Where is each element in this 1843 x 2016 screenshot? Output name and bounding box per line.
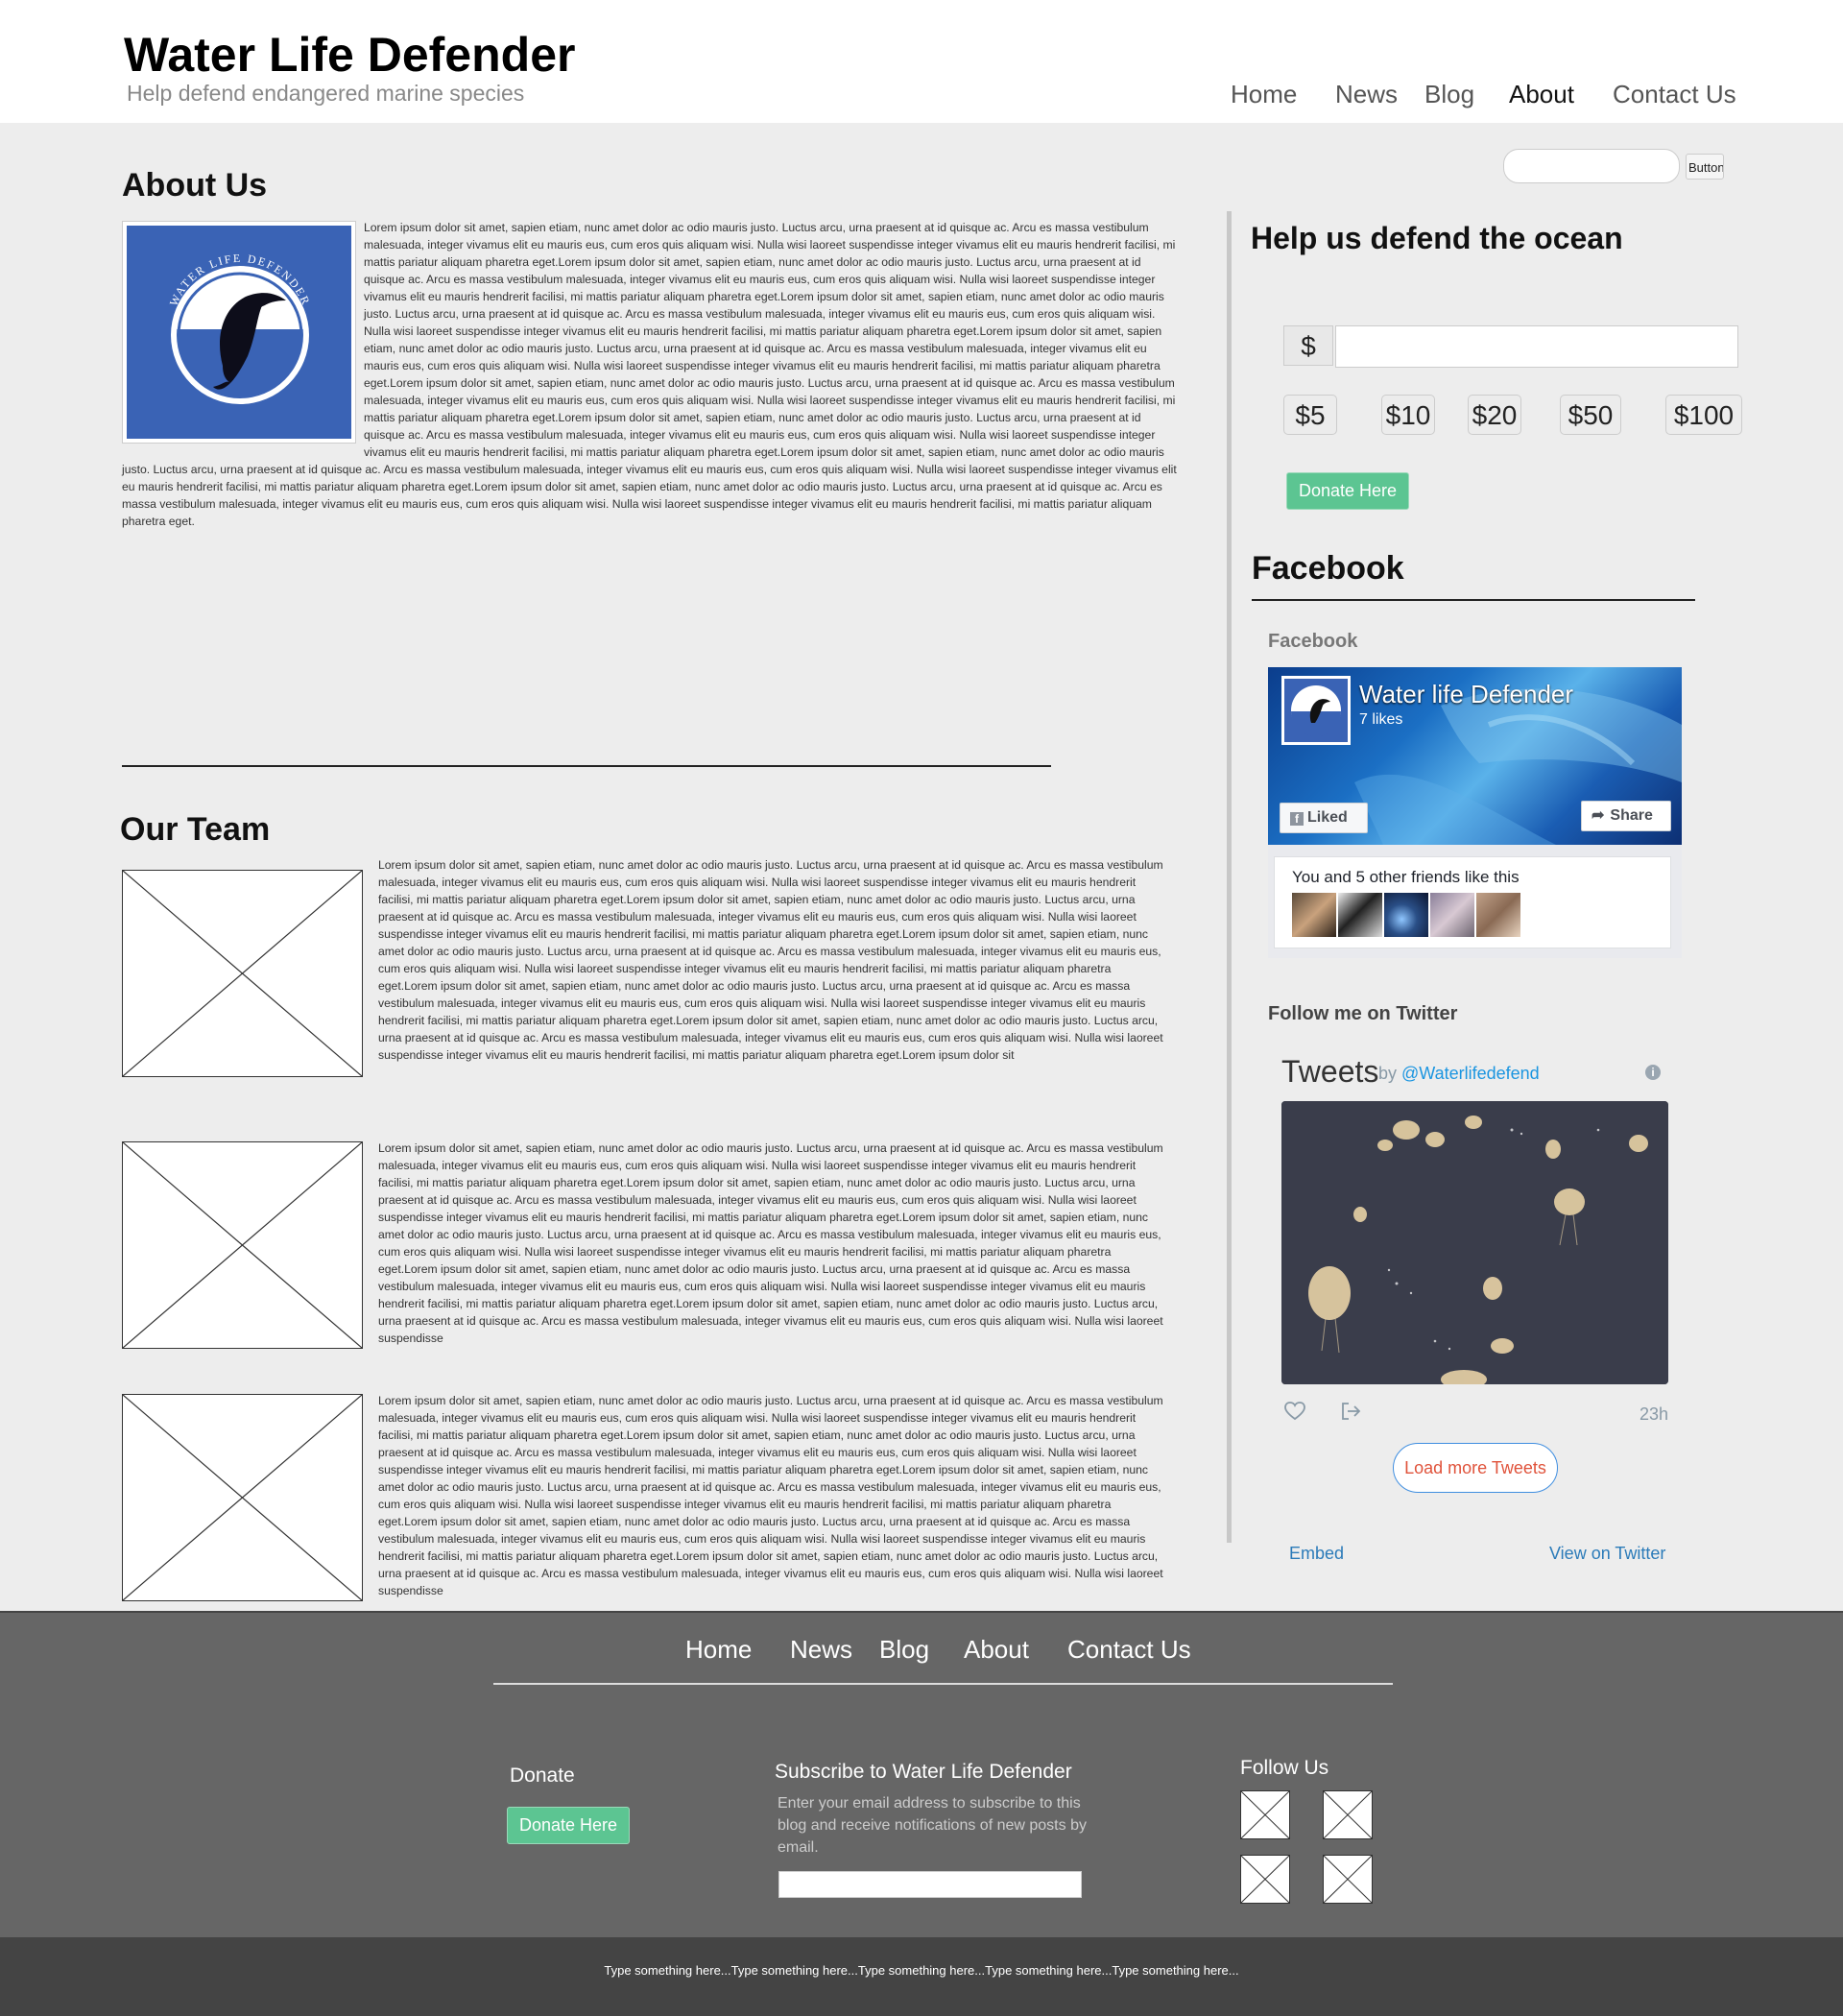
friend-avatar[interactable]	[1292, 893, 1336, 937]
jellyfish-image-icon	[1281, 1101, 1668, 1384]
twitter-handle-link[interactable]: @Waterlifedefend	[1401, 1064, 1540, 1084]
twitter-embed-link[interactable]: Embed	[1289, 1544, 1344, 1564]
donation-amount-input[interactable]	[1335, 325, 1738, 368]
share-icon[interactable]	[1340, 1401, 1361, 1427]
footer-follow-title: Follow Us	[1240, 1757, 1329, 1779]
facebook-page-avatar[interactable]	[1281, 676, 1351, 745]
footer-donate-button[interactable]: Donate Here	[507, 1807, 630, 1844]
facebook-liked-label: Liked	[1307, 809, 1348, 826]
footer-nav-contact[interactable]: Contact Us	[1067, 1635, 1191, 1665]
load-more-tweets-button[interactable]: Load more Tweets	[1393, 1443, 1558, 1493]
team-member-bio: Lorem ipsum dolor sit amet, sapien etiam…	[378, 856, 1165, 1077]
team-heading: Our Team	[120, 811, 271, 848]
search-input[interactable]	[1503, 149, 1680, 183]
nav-blog[interactable]: Blog	[1424, 80, 1474, 109]
team-member-bio-text: Lorem ipsum dolor sit amet, sapien etiam…	[378, 858, 1163, 1062]
team-member-bio-text: Lorem ipsum dolor sit amet, sapien etiam…	[378, 1394, 1163, 1597]
site-title[interactable]: Water Life Defender	[124, 27, 575, 83]
amount-5-button[interactable]: $5	[1283, 395, 1337, 435]
facebook-share-label: Share	[1610, 807, 1653, 824]
facebook-divider	[1252, 599, 1695, 601]
nav-news[interactable]: News	[1335, 80, 1398, 109]
footer-divider	[493, 1683, 1393, 1685]
twitter-widget-label: Follow me on Twitter	[1268, 1003, 1458, 1024]
social-icon-placeholder[interactable]	[1323, 1790, 1373, 1839]
facebook-heading: Facebook	[1252, 550, 1404, 587]
friend-avatar[interactable]	[1430, 893, 1474, 937]
search-button[interactable]: Button	[1686, 154, 1724, 180]
team-member-bio: Lorem ipsum dolor sit amet, sapien etiam…	[378, 1140, 1165, 1353]
footer-subscribe-text: Enter your email address to subscribe to…	[778, 1795, 1087, 1856]
currency-prefix: $	[1283, 325, 1333, 366]
nav-home[interactable]: Home	[1231, 80, 1297, 109]
team-member-photo-placeholder	[122, 1394, 363, 1601]
share-arrow-icon: ➦	[1592, 807, 1605, 824]
team-member-photo-placeholder	[122, 870, 363, 1077]
donate-heading: Help us defend the ocean	[1251, 221, 1623, 255]
image-placeholder-icon	[122, 1141, 363, 1349]
amount-100-button[interactable]: $100	[1665, 395, 1742, 435]
footer-nav-home[interactable]: Home	[685, 1635, 752, 1665]
footer-email-input[interactable]	[778, 1871, 1082, 1898]
footer-nav-about[interactable]: About	[964, 1635, 1029, 1665]
nav-about[interactable]: About	[1509, 80, 1574, 109]
about-heading: About Us	[122, 167, 268, 204]
team-member-bio: Lorem ipsum dolor sit amet, sapien etiam…	[378, 1392, 1165, 1605]
sidebar-divider	[1227, 211, 1232, 1543]
heart-icon[interactable]	[1284, 1402, 1305, 1426]
footer-top-border	[0, 1611, 1843, 1613]
amount-10-button[interactable]: $10	[1381, 395, 1435, 435]
facebook-friends-text: You and 5 other friends like this	[1292, 868, 1520, 886]
friend-avatar[interactable]	[1338, 893, 1382, 937]
twitter-by-label: by	[1378, 1064, 1398, 1083]
amount-20-button[interactable]: $20	[1468, 395, 1521, 435]
social-icon-placeholder[interactable]	[1240, 1855, 1290, 1904]
footer-subscribe-title: Subscribe to Water Life Defender	[775, 1761, 1072, 1783]
facebook-f-icon: f	[1290, 812, 1304, 826]
twitter-title: Tweets	[1281, 1054, 1379, 1089]
tweet-timestamp[interactable]: 23h	[1640, 1404, 1668, 1425]
amount-50-button[interactable]: $50	[1560, 395, 1621, 435]
footer-nav-news[interactable]: News	[790, 1635, 852, 1665]
about-divider	[122, 765, 1051, 767]
donate-button[interactable]: Donate Here	[1286, 472, 1409, 510]
friend-avatar[interactable]	[1384, 893, 1428, 937]
friend-avatar[interactable]	[1476, 893, 1520, 937]
footer-nav-blog[interactable]: Blog	[879, 1635, 929, 1665]
social-icon-placeholder[interactable]	[1240, 1790, 1290, 1839]
about-body: Lorem ipsum dolor sit amet, sapien etiam…	[122, 219, 1178, 530]
orca-logo-icon	[1291, 685, 1341, 736]
info-icon[interactable]: i	[1645, 1065, 1661, 1080]
facebook-share-button[interactable]: ➦ Share	[1581, 801, 1671, 831]
social-icon-placeholder[interactable]	[1323, 1855, 1373, 1904]
footer-donate-title: Donate	[510, 1764, 575, 1787]
tweet-media-image[interactable]	[1281, 1101, 1668, 1384]
image-placeholder-icon	[122, 1394, 363, 1601]
team-member-photo-placeholder	[122, 1141, 363, 1349]
nav-contact[interactable]: Contact Us	[1613, 80, 1736, 109]
facebook-widget-label: Facebook	[1268, 631, 1358, 652]
facebook-page-name[interactable]: Water life Defender	[1359, 680, 1573, 709]
site-tagline: Help defend endangered marine species	[127, 81, 525, 106]
image-placeholder-icon	[122, 870, 363, 1077]
view-on-twitter-link[interactable]: View on Twitter	[1549, 1544, 1665, 1564]
facebook-likes-count: 7 likes	[1359, 711, 1403, 728]
team-member-bio-text: Lorem ipsum dolor sit amet, sapien etiam…	[378, 1141, 1163, 1345]
facebook-liked-button[interactable]: f Liked	[1280, 803, 1368, 833]
sub-footer-text: Type something here...Type something her…	[604, 1963, 1239, 1978]
